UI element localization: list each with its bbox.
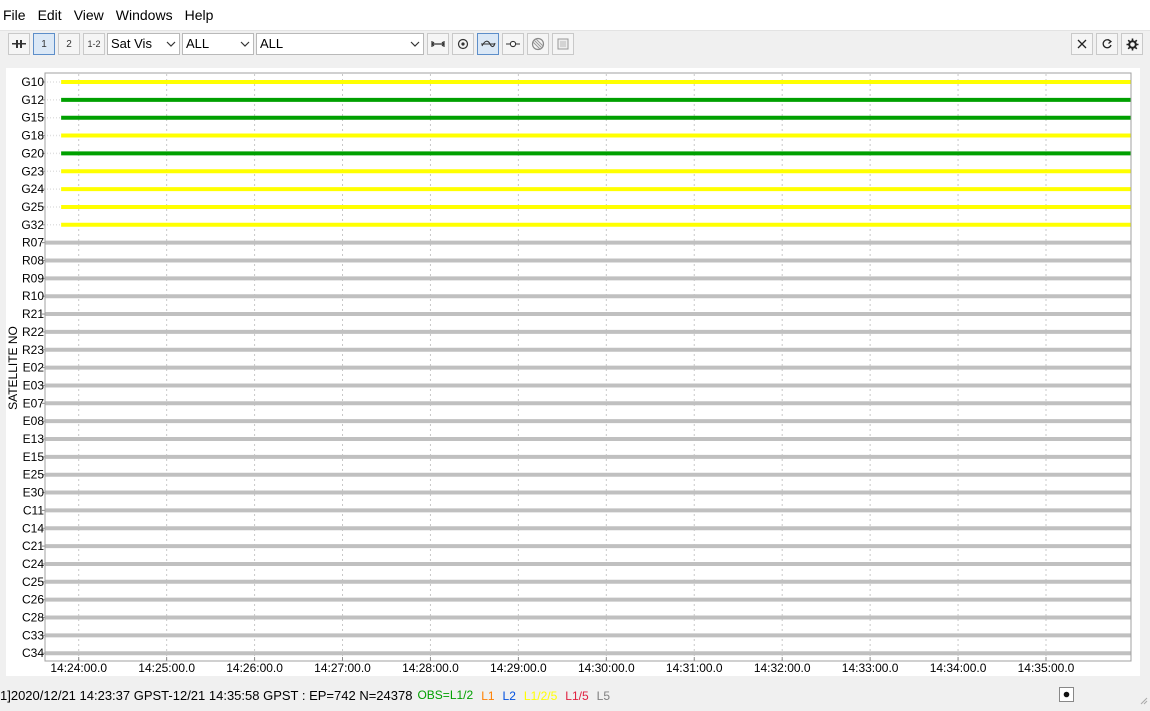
frequency-12-button[interactable]: 1-2 xyxy=(83,33,105,55)
obs-legend: OBS=L1/2 xyxy=(417,688,474,702)
plot-panel[interactable]: G10 G12 G15 G18 G20 G23 G24 G25 G32 R07 R08 R09 R10 R… xyxy=(6,68,1140,676)
x-tick-label: 14:24:00.0 xyxy=(50,661,107,675)
gear-icon[interactable] xyxy=(1121,33,1143,55)
y-tick-label: R21 xyxy=(22,307,44,321)
x-tick-label: 14:33:00.0 xyxy=(842,661,899,675)
y-tick-label: R09 xyxy=(22,271,44,285)
y-tick-label: G10 xyxy=(21,75,44,89)
system-filter-value: ALL xyxy=(186,36,210,51)
menu-windows[interactable]: Windows xyxy=(116,7,181,23)
y-tick-label: R23 xyxy=(22,343,44,357)
y-tick-label: C14 xyxy=(22,521,44,535)
y-tick-label: E03 xyxy=(23,378,45,392)
y-tick-label: C11 xyxy=(23,503,44,517)
menu-view[interactable]: View xyxy=(74,7,112,23)
satellite-filter-select[interactable]: ALL xyxy=(256,33,424,55)
plot-type-value: Sat Vis xyxy=(111,36,152,51)
y-tick-label: E25 xyxy=(23,468,45,482)
y-tick-label: E08 xyxy=(23,414,45,428)
y-tick-label: C25 xyxy=(22,575,44,589)
y-tick-label: E13 xyxy=(23,432,45,446)
x-tick-label: 14:28:00.0 xyxy=(402,661,459,675)
y-tick-label: G12 xyxy=(21,93,44,107)
x-tick-label: 14:34:00.0 xyxy=(930,661,987,675)
y-tick-label: C26 xyxy=(22,593,44,607)
y-tick-label: E02 xyxy=(23,361,45,375)
show-map-icon[interactable] xyxy=(552,33,574,55)
frequency-2-button[interactable]: 2 xyxy=(58,33,80,55)
toolbar: 1 2 1-2 Sat Vis ALL ALL xyxy=(0,30,1150,55)
frequency-1-label: 1 xyxy=(41,38,47,50)
chevron-down-icon xyxy=(166,41,176,47)
x-tick-label: 14:30:00.0 xyxy=(578,661,635,675)
x-tick-label: 14:35:00.0 xyxy=(1018,661,1075,675)
y-tick-label: G24 xyxy=(21,182,44,196)
frequency-2-label: 2 xyxy=(66,38,72,50)
satellite-visibility-chart[interactable]: G10 G12 G15 G18 G20 G23 G24 G25 G32 R07 R08 R09 R10 R… xyxy=(6,68,1140,676)
chevron-down-icon xyxy=(240,41,250,47)
y-tick-label: C24 xyxy=(22,557,44,571)
x-tick-label: 14:31:00.0 xyxy=(666,661,723,675)
y-tick-label: G23 xyxy=(21,164,44,178)
legend-L1-2-5: L1/2/5 xyxy=(523,688,558,703)
legend-L1: L1 xyxy=(481,688,495,703)
legend-L1-5: L1/5 xyxy=(565,688,589,703)
y-tick-label: E30 xyxy=(23,486,45,500)
y-tick-label: R10 xyxy=(22,289,44,303)
x-tick-label: 14:26:00.0 xyxy=(226,661,283,675)
y-tick-label: R08 xyxy=(22,254,44,268)
x-tick-label: 14:32:00.0 xyxy=(754,661,811,675)
status-indicator-icon[interactable] xyxy=(1059,687,1074,702)
center-icon[interactable] xyxy=(452,33,474,55)
status-bar: 1]2020/12/21 14:23:37 GPST-12/21 14:35:5… xyxy=(0,683,1150,707)
x-tick-label: 14:25:00.0 xyxy=(138,661,195,675)
menu-edit[interactable]: Edit xyxy=(38,7,70,23)
menu-file[interactable]: File xyxy=(2,7,34,23)
y-tick-label: G32 xyxy=(21,218,44,232)
y-tick-label: R07 xyxy=(22,236,44,250)
animation-icon[interactable] xyxy=(527,33,549,55)
plot-type-select[interactable]: Sat Vis xyxy=(107,33,180,55)
fit-horizontal-icon[interactable] xyxy=(427,33,449,55)
status-text: 1]2020/12/21 14:23:37 GPST-12/21 14:35:5… xyxy=(0,687,413,703)
y-tick-label: G25 xyxy=(21,200,44,214)
y-tick-label: G18 xyxy=(21,129,44,143)
connect-icon[interactable] xyxy=(8,33,30,55)
y-tick-label: C21 xyxy=(22,539,44,553)
frequency-12-label: 1-2 xyxy=(87,39,101,49)
x-tick-label: 14:29:00.0 xyxy=(490,661,547,675)
close-icon[interactable] xyxy=(1071,33,1093,55)
y-tick-label: C34 xyxy=(22,646,44,660)
legend-L5: L5 xyxy=(596,688,610,703)
y-tick-label: E07 xyxy=(23,396,45,410)
y-tick-label: G20 xyxy=(21,146,44,160)
show-points-icon[interactable] xyxy=(502,33,524,55)
y-axis-label: SATELLITE NO xyxy=(6,326,20,410)
menu-help[interactable]: Help xyxy=(185,7,222,23)
frequency-1-button[interactable]: 1 xyxy=(33,33,55,55)
chevron-down-icon xyxy=(410,41,420,47)
menu-bar: File Edit View Windows Help xyxy=(0,0,1150,30)
y-tick-label: C28 xyxy=(22,611,44,625)
y-tick-label: G15 xyxy=(21,111,44,125)
reload-icon[interactable] xyxy=(1096,33,1118,55)
legend-L2: L2 xyxy=(502,688,516,703)
system-filter-select[interactable]: ALL xyxy=(182,33,254,55)
resize-grip-icon[interactable] xyxy=(1138,695,1148,705)
frequency-legend: L1 L2 L1/2/5 L1/5 L5 xyxy=(473,688,610,703)
y-tick-label: R22 xyxy=(22,325,44,339)
x-tick-label: 14:27:00.0 xyxy=(314,661,371,675)
y-tick-label: E15 xyxy=(23,450,45,464)
satellite-filter-value: ALL xyxy=(260,36,284,51)
show-lines-icon[interactable] xyxy=(477,33,499,55)
y-tick-label: C33 xyxy=(22,628,44,642)
